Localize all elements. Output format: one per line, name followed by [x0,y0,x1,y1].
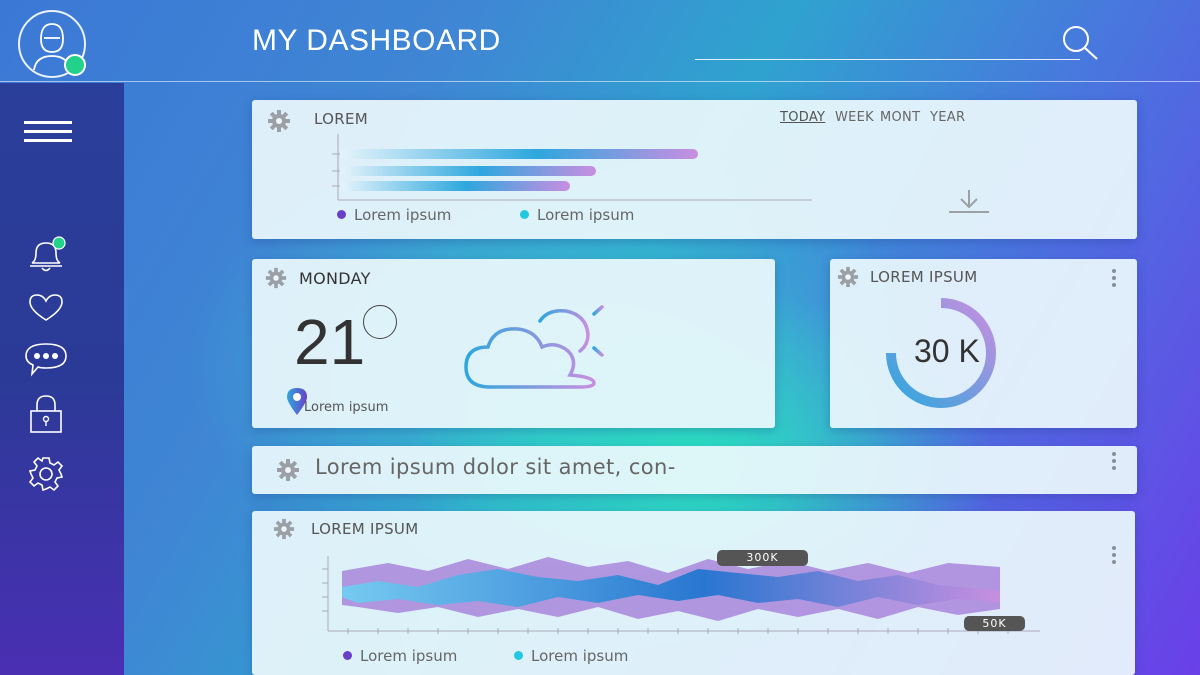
card-settings-gear-icon[interactable] [265,267,287,293]
search-icon[interactable] [1058,22,1104,64]
user-avatar[interactable] [18,10,86,78]
area-chart-card: LOREM IPSUM 300K 50K Lorem ipsum Lorem i… [252,511,1135,675]
download-icon[interactable] [947,188,991,220]
weather-card: MONDAY 21 Lorem ipsum [252,259,775,428]
hamburger-menu-icon[interactable] [24,119,74,149]
gear-icon[interactable] [27,455,65,497]
legend-label: Lorem ipsum [531,647,629,665]
card-settings-gear-icon[interactable] [267,109,291,137]
search-input[interactable] [695,59,1080,60]
legend-item-1: Lorem ipsum [343,647,457,665]
more-options-icon[interactable] [1111,546,1117,564]
tab-month[interactable]: MONT [880,110,920,125]
legend-item-2: Lorem ipsum [520,206,634,224]
legend-dot [520,210,529,219]
card-title: LOREM IPSUM [870,268,978,286]
bar-3 [340,181,570,191]
card-title: LOREM IPSUM [311,520,419,538]
bar-chart-card: LOREM TODAY WEEK MONT YEAR Lorem ipsum L… [252,100,1137,239]
tab-year[interactable]: YEAR [930,110,965,125]
tab-today[interactable]: TODAY [780,110,825,125]
legend-label: Lorem ipsum [354,206,452,224]
legend-dot [514,651,523,660]
callout-low: 50K [964,616,1025,631]
heart-icon[interactable] [27,293,65,327]
sidebar [0,83,124,675]
area-chart [322,556,1040,634]
chat-bubble-icon[interactable] [22,341,70,381]
temperature-value: 21 [294,306,366,378]
card-settings-gear-icon[interactable] [273,518,295,544]
legend-label: Lorem ipsum [537,206,635,224]
text-card: Lorem ipsum dolor sit amet, con- [252,446,1137,494]
card-settings-gear-icon[interactable] [276,458,300,486]
bar-1 [340,149,698,159]
card-text: Lorem ipsum dolor sit amet, con- [315,455,676,479]
location-label: Lorem ipsum [304,400,389,415]
degree-symbol [363,305,397,339]
more-options-icon[interactable] [1111,269,1117,287]
horizontal-bar-chart [332,134,812,201]
legend-item-2: Lorem ipsum [514,647,628,665]
bar-2 [340,166,596,176]
legend-item-1: Lorem ipsum [337,206,451,224]
lock-icon[interactable] [27,393,65,439]
card-settings-gear-icon[interactable] [837,266,859,292]
card-title: LOREM [314,110,368,128]
progress-ring-card: LOREM IPSUM 30 K [830,259,1137,428]
legend-dot [343,651,352,660]
page-title: MY DASHBOARD [252,24,501,57]
online-status-indicator [64,54,86,76]
tab-week[interactable]: WEEK [835,110,874,125]
top-bar: MY DASHBOARD [0,0,1200,82]
ring-value: 30 K [914,333,980,369]
legend-label: Lorem ipsum [360,647,458,665]
weather-day: MONDAY [299,269,371,288]
legend-dot [337,210,346,219]
partly-cloudy-icon [464,290,620,389]
more-options-icon[interactable] [1111,452,1117,470]
callout-high: 300K [717,550,808,566]
bell-icon[interactable] [26,235,70,279]
